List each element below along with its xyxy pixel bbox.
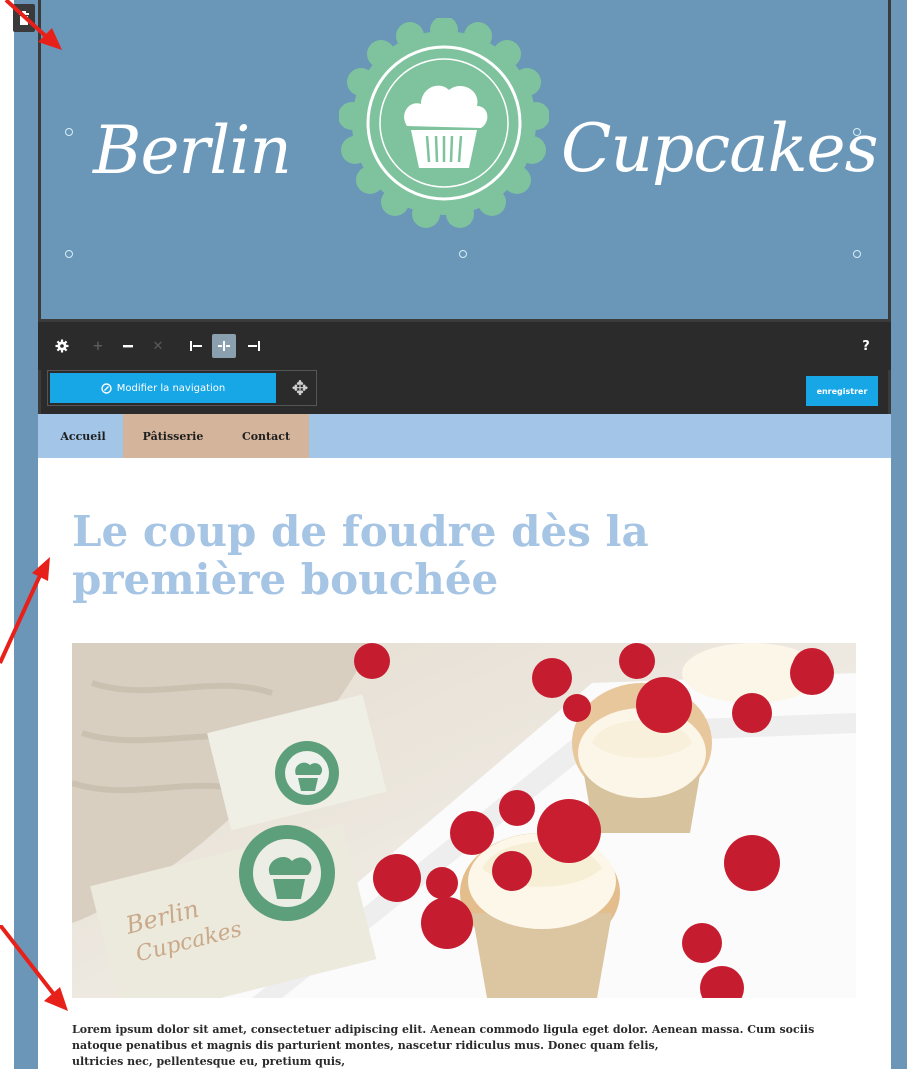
help-button[interactable]: ? — [854, 334, 878, 358]
save-button[interactable]: enregistrer — [806, 376, 878, 406]
nav-item-patisserie[interactable]: Pâtisserie — [123, 414, 223, 458]
modify-navigation-button[interactable]: Modifier la navigation — [50, 373, 276, 403]
annotation-arrow-headline — [0, 557, 50, 664]
resize-handle-bottom[interactable] — [459, 250, 467, 258]
minus-icon[interactable] — [116, 334, 140, 358]
main-content: Le coup de foudre dès la première bouché… — [38, 458, 891, 1069]
intro-paragraph-text: Lorem ipsum dolor sit amet, consectetuer… — [72, 1023, 815, 1052]
nav-item-contact[interactable]: Contact — [223, 414, 309, 458]
page-headline[interactable]: Le coup de foudre dès la première bouché… — [72, 508, 772, 604]
annotation-arrow-paragraph — [0, 925, 68, 1011]
intro-paragraph-cut: ultricies nec, pellentesque eu, pretium … — [72, 1055, 346, 1068]
close-icon[interactable]: ✕ — [146, 334, 170, 358]
annotation-arrow-top — [4, 0, 62, 50]
navigation-editor-bar: Modifier la navigation ✥ enregistrer — [38, 370, 891, 414]
edit-circle-icon — [101, 382, 112, 394]
resize-handle-bottom-left[interactable] — [65, 250, 73, 258]
align-center-icon[interactable] — [212, 334, 236, 358]
resize-handle-bottom-right[interactable] — [853, 250, 861, 258]
intro-paragraph: Lorem ipsum dolor sit amet, consectetuer… — [72, 1022, 852, 1069]
cupcake-badge-logo — [339, 18, 549, 228]
align-right-icon[interactable] — [242, 334, 266, 358]
site-navigation: Accueil Pâtisserie Contact — [38, 414, 891, 458]
nav-item-accueil[interactable]: Accueil — [43, 414, 123, 458]
hero-image[interactable]: Berlin Cupcakes — [72, 643, 856, 998]
align-left-icon[interactable] — [184, 334, 208, 358]
resize-handle-left[interactable] — [65, 128, 73, 136]
block-toolbar: + ✕ ? — [38, 322, 891, 370]
navigation-edit-group: Modifier la navigation ✥ — [47, 370, 317, 406]
plus-icon[interactable]: + — [86, 334, 110, 358]
header-block[interactable]: Berlin Cupcakes — [38, 0, 891, 322]
modify-navigation-label: Modifier la navigation — [116, 382, 226, 394]
logo-text-right: Cupcakes — [561, 110, 878, 187]
logo-text-left: Berlin — [93, 112, 292, 189]
gear-icon[interactable] — [50, 334, 74, 358]
move-icon[interactable]: ✥ — [288, 373, 312, 403]
page-stage: Berlin Cupcakes + ✕ ? Modifier la naviga… — [0, 0, 913, 1069]
